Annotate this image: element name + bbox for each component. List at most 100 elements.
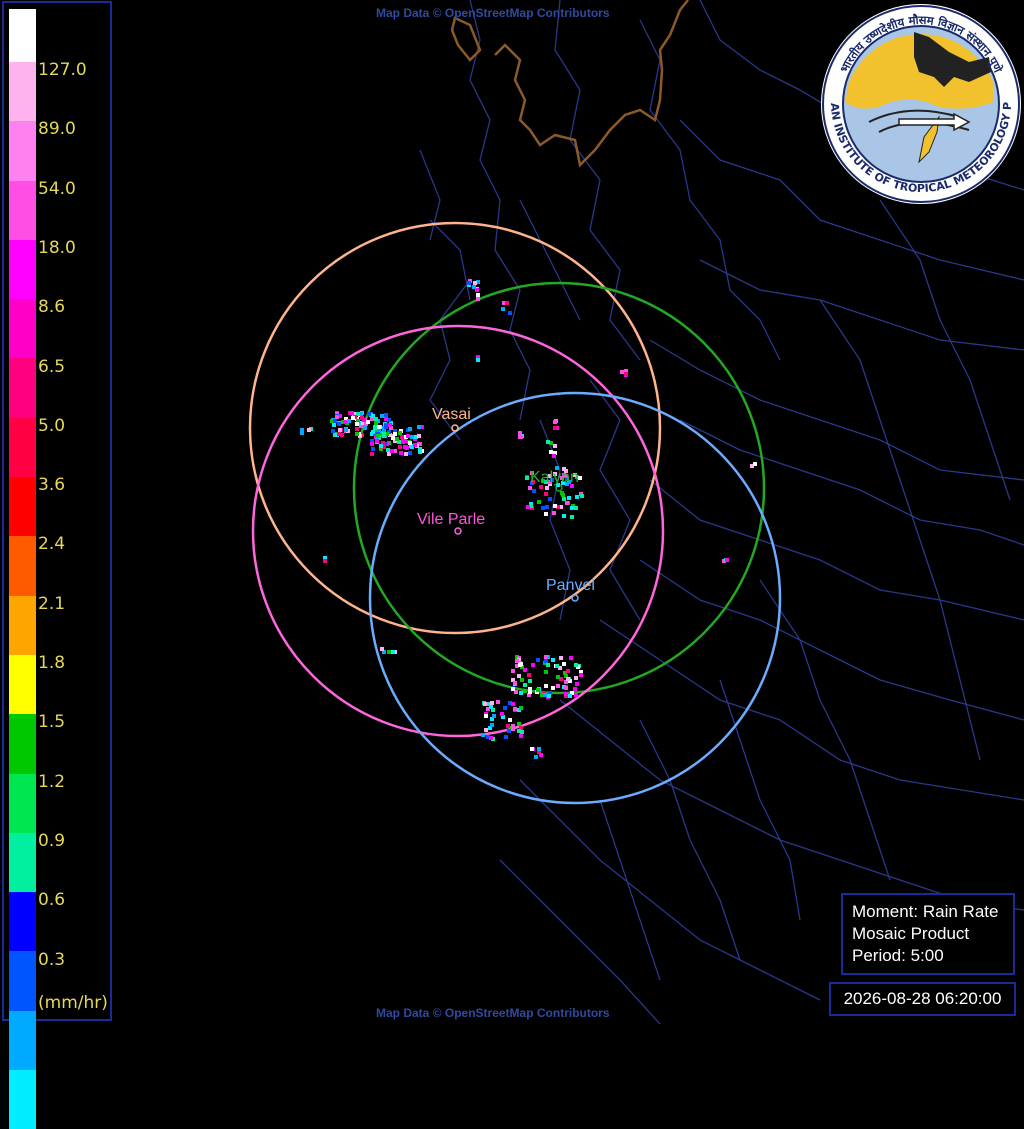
rain-echo-pixel [489, 736, 493, 740]
rain-echo-pixel [523, 668, 527, 672]
rain-echo-pixel [544, 512, 548, 516]
rain-echo-pixel [366, 420, 370, 424]
rain-echo-pixel [569, 656, 573, 660]
rain-echo-pixel [375, 439, 379, 443]
rain-echo-pixel [519, 435, 523, 439]
rain-echo-pixel [519, 734, 523, 738]
rain-echo-pixel [500, 712, 504, 716]
rain-echo-pixel [562, 497, 566, 501]
rain-echo-pixel [371, 447, 375, 451]
rain-echo-pixel [398, 431, 402, 435]
rain-echo-pixel [384, 425, 388, 429]
legend-label: 89.0 [38, 119, 76, 140]
radar-range-kalyan [352, 281, 766, 695]
rain-echo-pixel [580, 494, 584, 498]
rain-echo-pixel [501, 307, 505, 311]
period-label: Period: 5:00 [852, 946, 944, 965]
rain-echo-pixel [518, 431, 522, 435]
rain-echo-pixel [574, 676, 578, 680]
rain-echo-pixel [473, 281, 477, 285]
rain-echo-pixel [579, 673, 583, 677]
moment-label: Moment: Rain Rate [852, 902, 999, 921]
legend-label: 0.6 [38, 890, 66, 911]
rain-echo-pixel [620, 370, 624, 374]
rain-echo-pixel [343, 420, 347, 424]
rain-echo-pixel [413, 443, 417, 447]
rain-echo-pixel [476, 297, 480, 301]
city-label-vile-parle: Vile Parle [417, 511, 486, 528]
rain-echo-pixel [391, 650, 395, 654]
rain-echo-pixel [377, 425, 381, 429]
rain-echo-pixel [350, 411, 354, 415]
rain-echo-pixel [523, 689, 527, 693]
rain-echo-pixel [408, 427, 412, 431]
rain-echo-pixel [404, 452, 408, 456]
rain-echo-pixel [337, 422, 341, 426]
rain-echo-pixel [564, 686, 568, 690]
rain-echo-pixel [725, 558, 729, 562]
radar-site-panvel[interactable] [571, 594, 579, 602]
legend-label: 0.3 [38, 949, 66, 970]
rain-echo-pixel [490, 723, 494, 727]
rain-echo-pixel [555, 664, 559, 668]
rain-echo-pixel [505, 301, 509, 305]
rain-echo-pixel [552, 511, 556, 515]
rain-echo-pixel [376, 434, 380, 438]
rain-echo-pixel [515, 659, 519, 663]
iitm-logo: भारतीय उष्णदेशीय मौसम विज्ञान संस्थान पु… [819, 2, 1021, 204]
legend-label: 1.8 [38, 653, 66, 673]
rain-echo-pixel [355, 432, 359, 436]
rain-echo-pixel [544, 684, 548, 688]
rain-echo-pixel [532, 489, 536, 493]
legend-swatch [9, 832, 36, 893]
rain-echo-pixel [753, 462, 757, 466]
legend-label: 54.0 [38, 178, 76, 199]
rain-echo-pixel [371, 430, 375, 434]
rain-echo-pixel [544, 655, 548, 659]
rain-echo-pixel [565, 501, 569, 505]
rain-echo-pixel [388, 423, 392, 427]
rain-echo-pixel [546, 440, 550, 444]
rain-echo-pixel [492, 714, 496, 718]
radar-site-vasai[interactable] [451, 424, 459, 432]
rain-echo-pixel [331, 429, 335, 433]
rain-echo-pixel [340, 433, 344, 437]
rain-echo-pixel [552, 454, 556, 458]
rain-echo-pixel [363, 426, 367, 430]
legend-swatch [9, 239, 36, 300]
legend-label: 18.0 [38, 237, 76, 258]
legend-swatch [9, 1010, 36, 1071]
rain-echo-pixel [570, 515, 574, 519]
rain-echo-pixel [553, 444, 557, 448]
rain-echo-pixel [386, 448, 390, 452]
rain-echo-pixel [527, 673, 531, 677]
rain-echo-pixel [546, 663, 550, 667]
rain-echo-pixel [547, 694, 551, 698]
radar-range-vile-parle [251, 324, 665, 738]
rain-echo-pixel [523, 683, 527, 687]
rain-echo-pixel [380, 414, 384, 418]
rain-echo-pixel [568, 694, 572, 698]
rain-echo-pixel [300, 428, 304, 432]
legend-unit: (mm/hr) [38, 993, 108, 1013]
rain-echo-pixel [393, 432, 397, 436]
legend-swatch [9, 892, 36, 952]
rain-echo-pixel [496, 700, 500, 704]
rain-echo-pixel [537, 747, 541, 751]
rain-echo-pixel [323, 559, 327, 563]
rain-echo-pixel [574, 506, 578, 510]
rain-echo-pixel [360, 416, 364, 420]
legend-swatch [9, 417, 36, 478]
rain-echo-pixel [543, 693, 547, 697]
rain-echo-pixel [373, 425, 377, 429]
rain-echo-pixel [408, 451, 412, 455]
legend-swatch [9, 358, 36, 418]
rain-echo-pixel [481, 733, 485, 737]
rain-echo-pixel [382, 434, 386, 438]
rain-echo-pixel [503, 706, 507, 710]
rain-echo-pixel [370, 442, 374, 446]
rain-echo-pixel [559, 656, 563, 660]
rain-echo-pixel [531, 663, 535, 667]
rain-echo-pixel [418, 450, 422, 454]
rain-echo-pixel [526, 505, 530, 509]
